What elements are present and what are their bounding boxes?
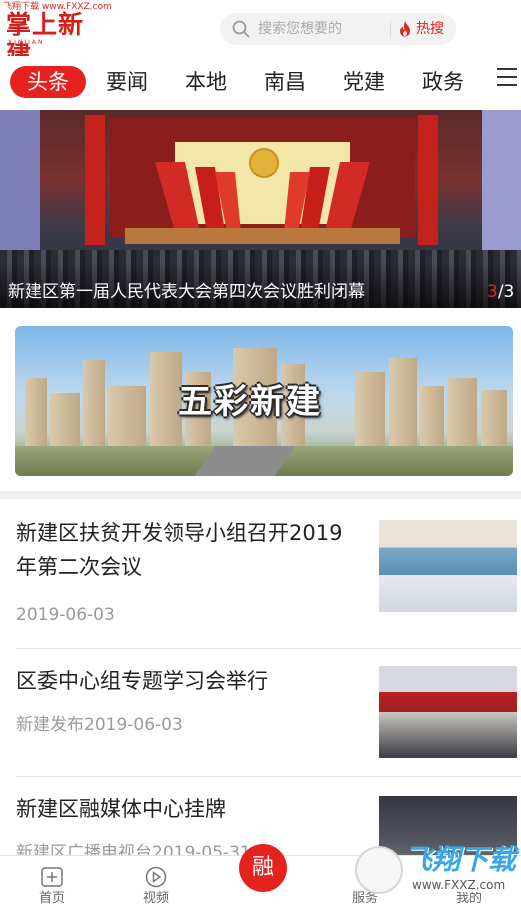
nav-label-home: 首页: [38, 891, 65, 906]
emblem-icon: [249, 148, 279, 178]
play-icon: [145, 866, 167, 888]
news-item[interactable]: 新建区扶贫开发领导小组召开2019年第二次会议 2019-06-03: [0, 510, 521, 648]
news-item[interactable]: 区委中心组专题学习会举行 新建发布2019-06-03: [0, 656, 521, 776]
nav-video[interactable]: 视频: [104, 856, 208, 906]
promo-banner[interactable]: 五彩新建: [15, 326, 513, 476]
tab-local[interactable]: 本地: [175, 66, 237, 98]
pager-total: /3: [497, 282, 515, 302]
hero-pager: 3/3: [487, 280, 514, 304]
search-divider: [390, 21, 391, 37]
search-input[interactable]: 搜索您想要的: [258, 20, 342, 38]
watermark-ring-icon: [355, 846, 403, 894]
hot-search-label: 热搜: [416, 21, 444, 37]
section-divider: [0, 491, 521, 499]
category-tabs: 头条 要闻 本地 南昌 党建 政务: [0, 56, 521, 108]
banner-title: 五彩新建: [178, 382, 322, 422]
search-bar[interactable]: 搜索您想要的 热搜: [220, 13, 456, 45]
app-logo[interactable]: 掌上新建 XINJIAN: [6, 10, 106, 69]
nav-home[interactable]: 首页: [0, 856, 104, 906]
home-plus-icon: [41, 867, 63, 887]
hero-caption[interactable]: 新建区第一届人民代表大会第四次会议胜利闭幕: [8, 280, 365, 304]
app-header: 飞翔下载 www.FXXZ.com 掌上新建 XINJIAN 搜索您想要的 热搜: [0, 0, 521, 69]
news-thumbnail: [379, 520, 517, 612]
watermark-text: 飞翔下载: [404, 843, 517, 876]
logo-subtext: XINJIAN: [8, 39, 45, 46]
tab-party[interactable]: 党建: [333, 66, 395, 98]
news-title: 区委中心组专题学习会举行: [16, 669, 268, 693]
news-thumbnail: [379, 666, 517, 758]
tab-government[interactable]: 政务: [412, 66, 474, 98]
fire-icon: [400, 21, 410, 37]
nav-label-video: 视频: [142, 891, 169, 906]
rong-button[interactable]: 融: [239, 844, 287, 892]
menu-icon[interactable]: [497, 68, 517, 86]
tab-nanchang[interactable]: 南昌: [254, 66, 316, 98]
watermark-logo: 飞翔下载 www.FXXZ.com: [352, 838, 520, 898]
tab-news[interactable]: 要闻: [96, 66, 158, 98]
news-title: 新建区扶贫开发领导小组召开2019年第二次会议: [16, 521, 343, 579]
news-meta: 2019-06-03: [16, 605, 115, 625]
news-title: 新建区融媒体中心挂牌: [16, 797, 226, 821]
search-icon: [232, 20, 250, 38]
tab-headlines[interactable]: 头条: [10, 66, 86, 98]
news-meta: 新建发布2019-06-03: [16, 715, 183, 735]
watermark-url: www.FXXZ.com: [410, 878, 508, 892]
pager-current: 3: [487, 282, 498, 302]
